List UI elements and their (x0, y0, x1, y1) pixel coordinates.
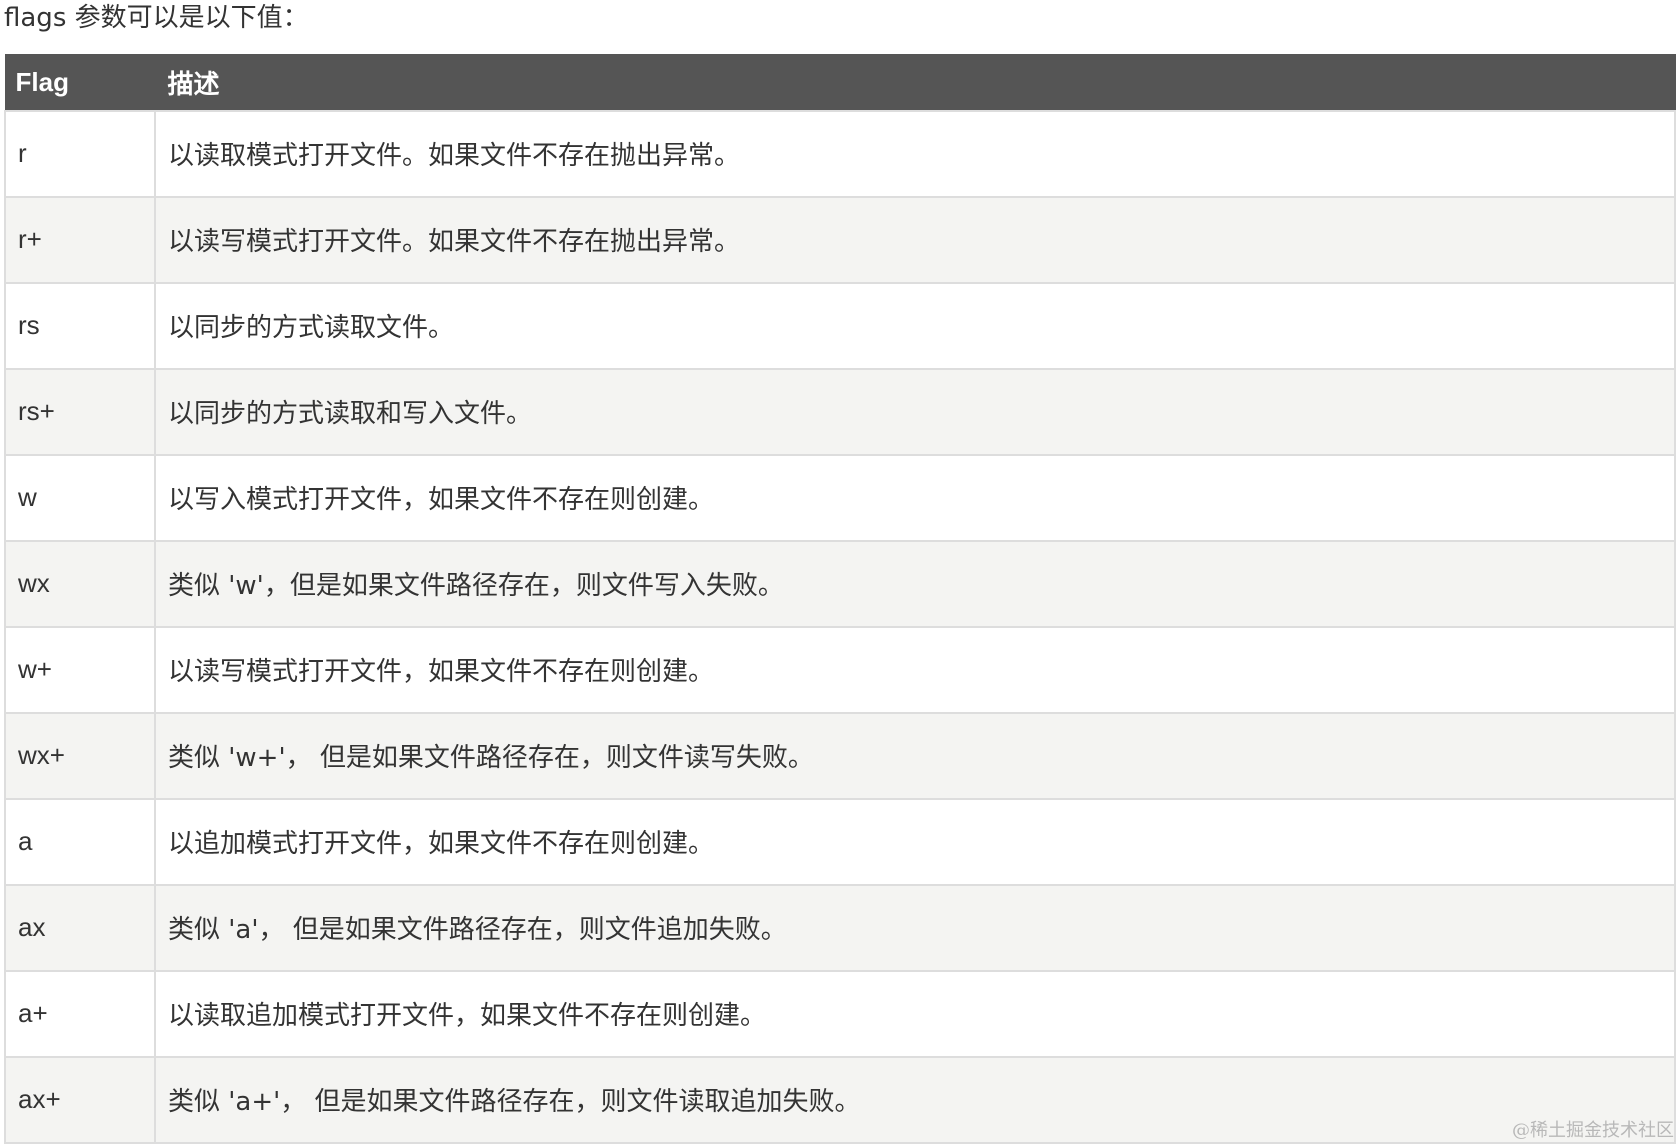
description-cell: 以同步的方式读取和写入文件。 (154, 367, 1676, 456)
table-row: w 以写入模式打开文件，如果文件不存在则创建。 (4, 453, 1676, 542)
description-cell: 类似 'a'， 但是如果文件路径存在，则文件追加失败。 (154, 883, 1676, 972)
table-row: wx 类似 'w'，但是如果文件路径存在，则文件写入失败。 (4, 539, 1676, 628)
intro-text: flags 参数可以是以下值： (4, 3, 309, 33)
flag-cell: wx+ (4, 711, 156, 800)
flag-cell: w+ (4, 625, 156, 714)
table-row: wx+ 类似 'w+'， 但是如果文件路径存在，则文件读写失败。 (4, 711, 1676, 800)
flag-cell: ax (4, 883, 156, 972)
flag-cell: r (4, 109, 156, 198)
flag-cell: a (4, 797, 156, 886)
header-description: 描述 (154, 54, 1676, 111)
table-row: a 以追加模式打开文件，如果文件不存在则创建。 (4, 797, 1676, 886)
description-cell: 以读写模式打开文件。如果文件不存在抛出异常。 (154, 195, 1676, 284)
flag-cell: r+ (4, 195, 156, 284)
flag-cell: wx (4, 539, 156, 628)
flag-cell: rs (4, 281, 156, 370)
table-row: rs 以同步的方式读取文件。 (4, 281, 1676, 370)
flag-cell: rs+ (4, 367, 156, 456)
table-row: ax 类似 'a'， 但是如果文件路径存在，则文件追加失败。 (4, 883, 1676, 972)
flag-cell: w (4, 453, 156, 542)
description-cell: 类似 'a+'， 但是如果文件路径存在，则文件读取追加失败。 (154, 1055, 1676, 1144)
table-row: r 以读取模式打开文件。如果文件不存在抛出异常。 (4, 109, 1676, 198)
description-cell: 以读取追加模式打开文件，如果文件不存在则创建。 (154, 969, 1676, 1058)
flags-table: Flag 描述 r 以读取模式打开文件。如果文件不存在抛出异常。 r+ 以读写模… (4, 54, 1676, 1144)
table-row: ax+ 类似 'a+'， 但是如果文件路径存在，则文件读取追加失败。 (4, 1055, 1676, 1144)
description-cell: 以追加模式打开文件，如果文件不存在则创建。 (154, 797, 1676, 886)
flag-cell: ax+ (4, 1055, 156, 1144)
description-cell: 以读写模式打开文件，如果文件不存在则创建。 (154, 625, 1676, 714)
table-header-row: Flag 描述 (4, 54, 1676, 111)
table-row: r+ 以读写模式打开文件。如果文件不存在抛出异常。 (4, 195, 1676, 284)
watermark: @稀土掘金技术社区 (1512, 1120, 1674, 1141)
table-row: rs+ 以同步的方式读取和写入文件。 (4, 367, 1676, 456)
description-cell: 类似 'w'，但是如果文件路径存在，则文件写入失败。 (154, 539, 1676, 628)
table-row: w+ 以读写模式打开文件，如果文件不存在则创建。 (4, 625, 1676, 714)
description-cell: 以读取模式打开文件。如果文件不存在抛出异常。 (154, 109, 1676, 198)
header-flag: Flag (4, 54, 156, 111)
description-cell: 以写入模式打开文件，如果文件不存在则创建。 (154, 453, 1676, 542)
description-cell: 以同步的方式读取文件。 (154, 281, 1676, 370)
description-cell: 类似 'w+'， 但是如果文件路径存在，则文件读写失败。 (154, 711, 1676, 800)
table-row: a+ 以读取追加模式打开文件，如果文件不存在则创建。 (4, 969, 1676, 1058)
flag-cell: a+ (4, 969, 156, 1058)
